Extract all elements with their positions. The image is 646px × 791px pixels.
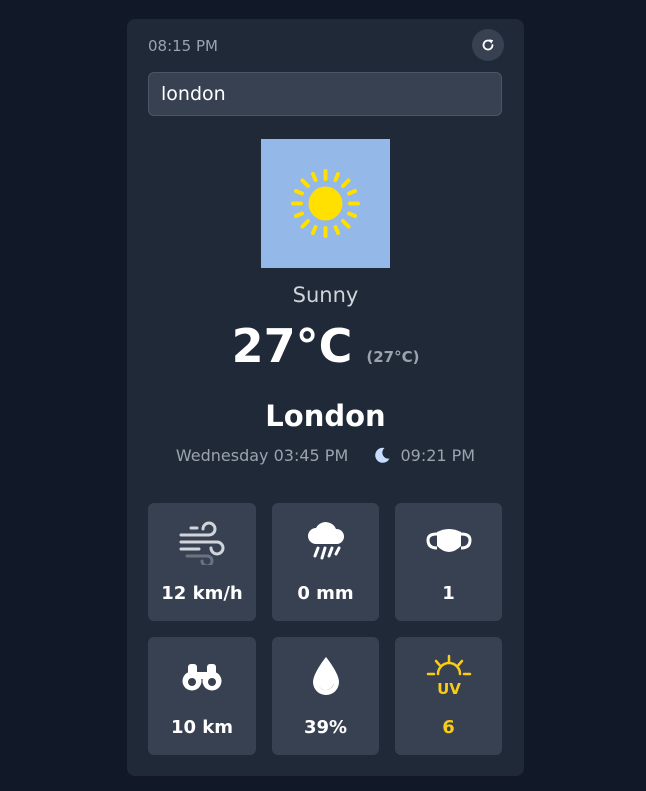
city-name: London — [265, 399, 386, 433]
weather-card: 08:15 PM london Sunny 27°C (27°C) London… — [127, 19, 524, 776]
uv-index-value: 6 — [442, 717, 455, 738]
top-bar: 08:15 PM — [148, 29, 504, 61]
moon-icon — [375, 447, 390, 463]
droplet-icon — [312, 657, 339, 695]
precipitation-tile: 0 mm — [272, 503, 379, 621]
temperature-row: 27°C (27°C) — [127, 319, 524, 373]
city-search-input[interactable] — [148, 72, 502, 116]
weather-details-grid: 12 km/h 0 mm 1 10 km 39% UV 6 — [148, 503, 503, 755]
binoculars-icon — [182, 664, 222, 691]
visibility-tile: 10 km — [148, 637, 256, 755]
mask-icon — [425, 529, 472, 552]
refresh-button[interactable] — [472, 29, 504, 61]
wind-speed-value: 12 km/h — [161, 583, 243, 604]
refresh-icon — [482, 39, 494, 51]
wind-tile: 12 km/h — [148, 503, 256, 621]
uv-index-tile: UV 6 — [395, 637, 502, 755]
current-time: 08:15 PM — [148, 37, 218, 55]
wind-icon — [179, 521, 225, 565]
local-time: Wednesday 03:45 PM — [175, 446, 349, 465]
time-info-row: Wednesday 03:45 PM 09:21 PM — [127, 446, 524, 465]
air-quality-value: 1 — [442, 583, 455, 604]
air-quality-tile: 1 — [395, 503, 502, 621]
feels-like-value: (27°C) — [366, 348, 420, 366]
rain-icon — [307, 522, 344, 560]
humidity-tile: 39% — [272, 637, 379, 755]
weather-condition-text: Sunny — [292, 283, 359, 307]
temperature-value: 27°C — [231, 319, 353, 373]
humidity-value: 39% — [303, 717, 348, 738]
svg-text:UV: UV — [437, 680, 461, 698]
weather-condition-image — [261, 139, 390, 268]
precipitation-value: 0 mm — [297, 583, 354, 604]
uv-icon: UV — [426, 654, 471, 698]
moon-time: 09:21 PM — [400, 446, 476, 465]
sun-icon — [291, 169, 360, 238]
visibility-value: 10 km — [170, 717, 234, 738]
